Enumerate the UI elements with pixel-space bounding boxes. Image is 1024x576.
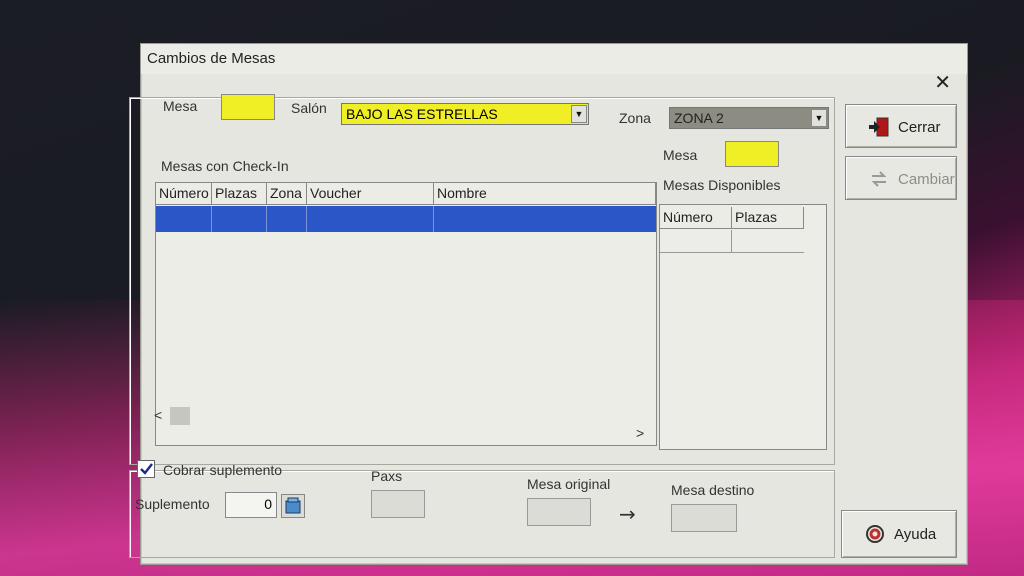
salon-select[interactable]: BAJO LAS ESTRELLAS ▼ [341,103,589,125]
table-row[interactable] [156,206,656,232]
ayuda-button[interactable]: Ayuda [841,510,957,558]
salon-value: BAJO LAS ESTRELLAS [346,106,498,122]
close-icon[interactable]: ✕ [934,70,951,94]
mesa-original-input[interactable] [527,498,591,526]
column-header[interactable]: Número [156,183,212,205]
cambiar-button[interactable]: Cambiar [845,156,957,200]
title-bar: Cambios de Mesas [141,44,967,74]
disponibles-label: Mesas Disponibles [663,177,781,193]
suplemento-label: Suplemento [135,496,210,512]
checkmark-icon [140,463,153,475]
column-header[interactable]: Nombre [434,183,656,205]
swap-arrows-icon [871,171,887,187]
suplemento-input[interactable]: 0 [225,492,277,518]
exit-door-icon [869,117,889,137]
cambios-de-mesas-dialog: Cambios de Mesas ✕ Mesa Salón BAJO LAS E… [129,43,968,565]
column-header[interactable]: Número [660,207,732,229]
zona-label: Zona [619,110,651,126]
cobrar-checkbox[interactable] [137,460,155,478]
column-header[interactable]: Voucher [307,183,434,205]
ayuda-label: Ayuda [894,526,937,543]
checkin-table: Número Plazas Zona Voucher Nombre < > [154,182,657,446]
paxs-label: Paxs [371,468,403,484]
paxs-input[interactable] [371,490,425,518]
chevron-down-icon[interactable]: ▼ [571,105,587,123]
help-lifebuoy-icon [866,525,884,543]
cerrar-label: Cerrar [898,119,941,136]
window-title: Cambios de Mesas [147,50,276,67]
calculator-button[interactable] [281,494,305,518]
mesa-destino-input[interactable] [671,504,737,532]
cambiar-label: Cambiar [898,171,955,188]
checkin-label: Mesas con Check-In [161,158,289,174]
cobrar-label: Cobrar suplemento [163,462,283,478]
mesa-label: Mesa [163,98,198,114]
arrow-right-icon: → [619,502,636,526]
chevron-down-icon[interactable]: ▼ [811,109,827,127]
zona-select[interactable]: ZONA 2 ▼ [669,107,829,129]
salon-label: Salón [291,100,327,116]
mesa-destino-label: Mesa destino [671,482,755,498]
scroll-right-icon[interactable]: > [636,425,644,441]
calculator-icon [285,497,301,514]
table-row[interactable] [660,230,804,253]
scrollbar-thumb[interactable] [170,407,190,425]
cerrar-button[interactable]: Cerrar [845,104,957,148]
column-header[interactable]: Plazas [212,183,267,205]
disponibles-mesa-input[interactable] [725,141,779,167]
column-header[interactable]: Plazas [732,207,804,229]
column-header[interactable]: Zona [267,183,307,205]
suplemento-value: 0 [264,496,272,512]
mesa-original-label: Mesa original [527,476,611,492]
scroll-left-icon[interactable]: < [154,407,162,423]
mesa-input[interactable] [221,94,275,120]
disponibles-mesa-label: Mesa [663,147,698,163]
zona-value: ZONA 2 [674,110,724,126]
disponibles-table: Número Plazas [659,204,827,450]
